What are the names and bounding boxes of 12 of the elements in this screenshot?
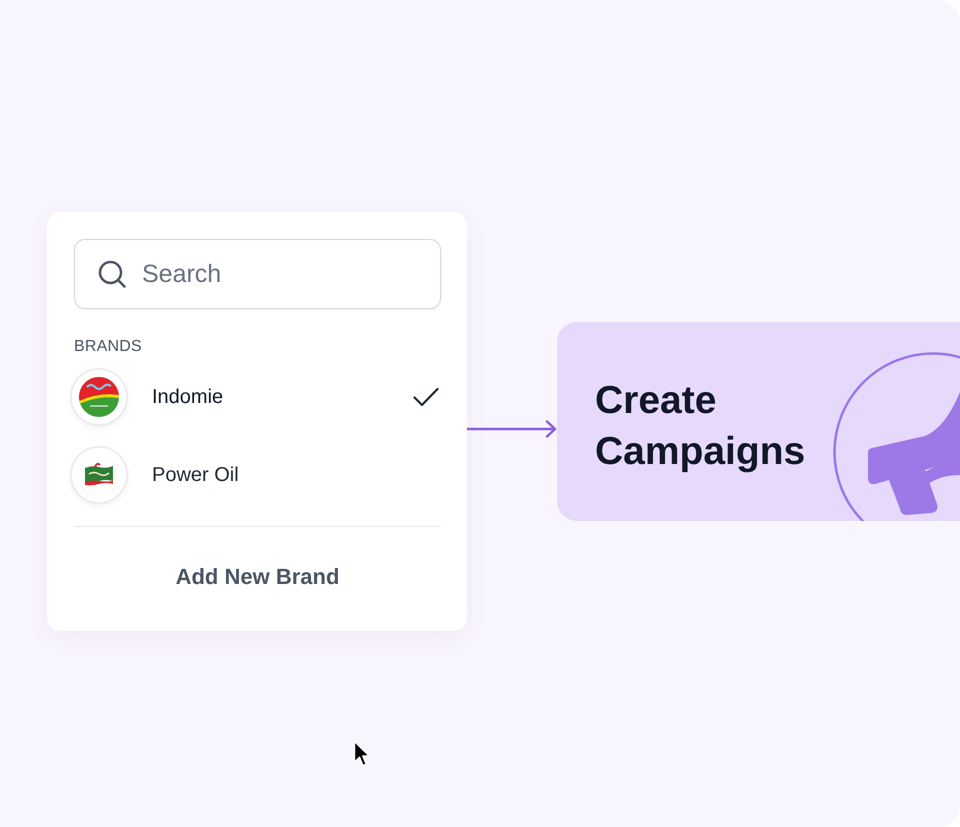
- brand-option[interactable]: Indomie: [70, 368, 441, 426]
- section-label: BRANDS: [74, 338, 143, 356]
- logo-icon: [70, 368, 128, 426]
- mouse-pointer-icon: [353, 740, 371, 768]
- campaign-title: Create Campaigns: [595, 378, 806, 474]
- brand-option[interactable]: Power Oil: [70, 446, 441, 504]
- add-brand-button[interactable]: Add New Brand: [162, 552, 354, 602]
- search-icon: [98, 260, 126, 288]
- megaphone-icon: [833, 352, 960, 521]
- logo-icon: [70, 446, 128, 504]
- search-field[interactable]: Search: [74, 239, 441, 309]
- check-icon: [413, 387, 439, 407]
